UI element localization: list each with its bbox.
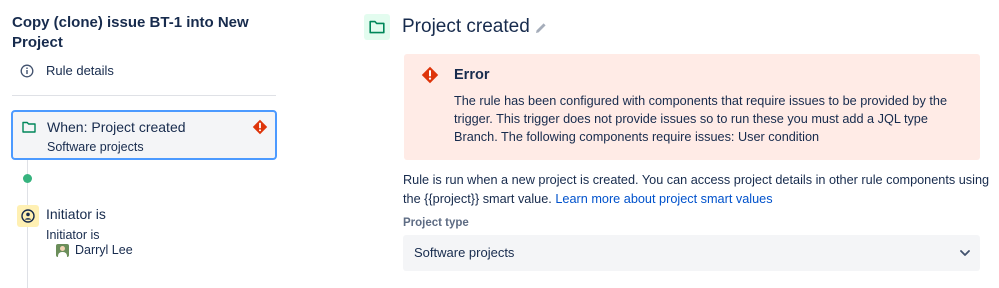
rule-sidebar: Copy (clone) issue BT-1 into New Project… — [0, 0, 290, 288]
user-condition-icon — [17, 205, 39, 227]
pencil-icon[interactable] — [534, 21, 548, 35]
folder-icon — [22, 121, 36, 133]
trigger-title: When: Project created — [47, 119, 186, 135]
info-icon — [20, 64, 34, 77]
project-type-value: Software projects — [414, 245, 515, 260]
condition-user: Darryl Lee — [56, 243, 133, 257]
trigger-card[interactable]: When: Project created Software projects — [11, 110, 277, 160]
page-title: Project created — [402, 16, 530, 37]
error-title: Error — [454, 67, 490, 83]
rule-details-link[interactable]: Rule details — [20, 63, 114, 78]
rule-details-label: Rule details — [46, 63, 114, 78]
project-type-select[interactable]: Software projects — [403, 235, 980, 271]
rule-title: Copy (clone) issue BT-1 into New Project — [12, 14, 249, 51]
project-type-label: Project type — [403, 217, 469, 229]
folder-icon — [364, 14, 390, 40]
component-detail-panel: Project created Error The rule has been … — [360, 0, 999, 288]
divider — [12, 95, 276, 96]
error-icon — [252, 119, 268, 135]
condition-subtitle: Initiator is — [46, 228, 100, 242]
error-body: The rule has been configured with compon… — [454, 94, 947, 144]
add-component-dot[interactable] — [23, 174, 32, 183]
trigger-subtitle: Software projects — [47, 140, 144, 154]
condition-title[interactable]: Initiator is — [46, 206, 106, 222]
chevron-down-icon — [960, 250, 970, 256]
error-icon — [421, 66, 439, 84]
error-message-box: Error The rule has been configured with … — [404, 54, 980, 160]
user-name: Darryl Lee — [75, 243, 133, 257]
avatar — [56, 243, 69, 257]
smart-values-link[interactable]: Learn more about project smart values — [555, 192, 772, 206]
component-description: Rule is run when a new project is create… — [403, 171, 993, 209]
